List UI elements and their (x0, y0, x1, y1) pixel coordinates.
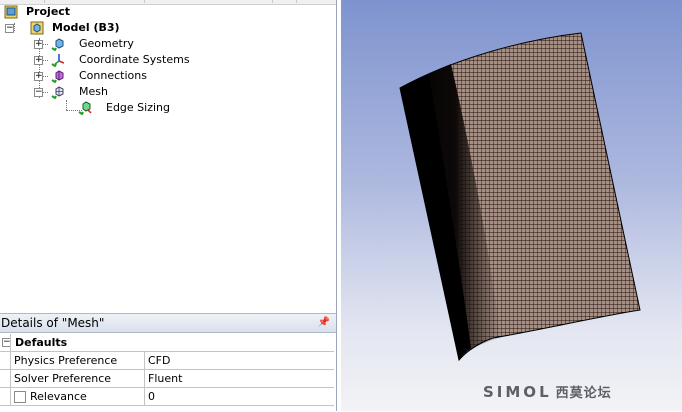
property-name: Relevance (30, 390, 87, 403)
mesh-label: Mesh (79, 85, 108, 98)
pin-icon[interactable]: 📌 (318, 317, 330, 328)
watermark-cn: 西莫论坛 (555, 386, 612, 401)
details-title: Details of "Mesh" (1, 316, 105, 330)
model-label: Model (B3) (52, 21, 120, 34)
details-section-defaults[interactable]: − Defaults (0, 334, 334, 352)
geometry-icon (51, 38, 64, 51)
edge-sizing-icon (78, 101, 92, 115)
outline-tree: Project − Model (B3) + Geometry + Coordi… (0, 4, 336, 306)
coordinate-systems-icon (51, 54, 64, 67)
project-icon (4, 5, 18, 19)
graphics-viewport[interactable] (341, 0, 682, 411)
collapse-mesh-toggle[interactable]: − (34, 88, 43, 97)
relevance-checkbox[interactable] (14, 391, 26, 403)
details-header: Details of "Mesh" 📌 (0, 314, 336, 333)
connections-icon (51, 70, 64, 83)
collapse-model-toggle[interactable]: − (5, 24, 14, 33)
model-icon (30, 21, 44, 35)
project-label: Project (26, 5, 71, 18)
connections-label: Connections (79, 69, 147, 82)
outline-panel: Project − Model (B3) + Geometry + Coordi… (0, 0, 337, 412)
details-row[interactable]: Physics Preference CFD (0, 352, 334, 370)
geometry-label: Geometry (79, 37, 134, 50)
details-row[interactable]: Solver Preference Fluent (0, 370, 334, 388)
expand-connections-toggle[interactable]: + (34, 72, 43, 81)
details-panel: Details of "Mesh" 📌 − Defaults Physics P… (0, 313, 336, 412)
simol-watermark-logo: SIMOL 西莫论坛 (483, 380, 612, 404)
property-name: Physics Preference (14, 354, 118, 367)
watermark-latin: SIMOL (483, 383, 552, 401)
property-name: Solver Preference (14, 372, 112, 385)
section-label: Defaults (15, 336, 68, 349)
coordinate-systems-label: Coordinate Systems (79, 53, 190, 66)
mesh-model (399, 32, 641, 362)
edge-sizing-label: Edge Sizing (106, 101, 171, 114)
expand-coordinate-systems-toggle[interactable]: + (34, 56, 43, 65)
property-value[interactable]: 0 (145, 388, 334, 405)
mesh-icon (51, 86, 64, 99)
expand-geometry-toggle[interactable]: + (34, 40, 43, 49)
property-value[interactable]: Fluent (145, 370, 334, 387)
property-value[interactable]: CFD (145, 352, 334, 369)
details-row[interactable]: Relevance 0 (0, 388, 334, 406)
